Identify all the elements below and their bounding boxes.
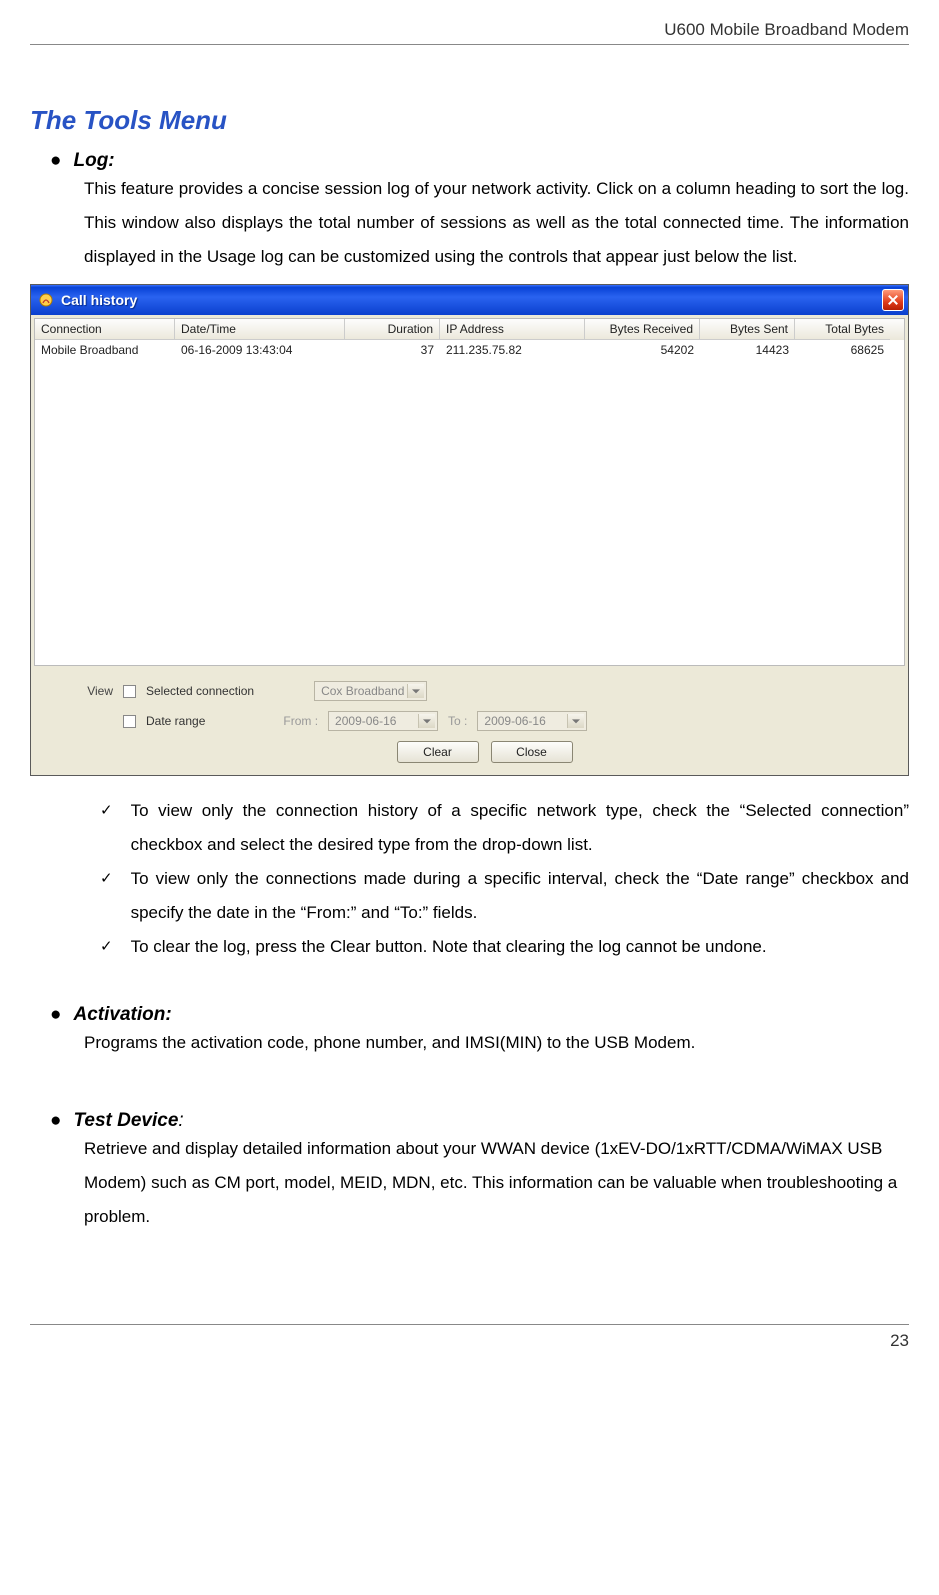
check-icon: ✓ (100, 794, 113, 862)
cell-duration: 37 (345, 340, 440, 360)
check-icon: ✓ (100, 862, 113, 930)
check-item-text: To view only the connection history of a… (131, 794, 909, 862)
from-date-select[interactable]: 2009-06-16 (328, 711, 438, 731)
activation-body: Programs the activation code, phone numb… (84, 1026, 909, 1060)
to-label: To : (448, 714, 467, 728)
test-device-colon: : (178, 1110, 183, 1131)
clear-button[interactable]: Clear (397, 741, 479, 763)
view-label: View (71, 684, 113, 698)
check-item-text: To clear the log, press the Clear button… (131, 930, 909, 964)
cell-connection: Mobile Broadband (35, 340, 175, 360)
col-datetime[interactable]: Date/Time (175, 319, 345, 340)
bullet-icon: ● (50, 1004, 61, 1026)
cell-total: 68625 (795, 340, 890, 360)
col-total[interactable]: Total Bytes (795, 319, 890, 340)
app-icon (37, 291, 55, 309)
call-history-window: Call history Connection Date/Time Durati… (30, 284, 909, 776)
activation-heading: Activation: (73, 1004, 171, 1026)
col-duration[interactable]: Duration (345, 319, 440, 340)
titlebar[interactable]: Call history (31, 285, 908, 315)
date-range-checkbox[interactable] (123, 715, 136, 728)
to-date-value: 2009-06-16 (484, 714, 545, 728)
cell-datetime: 06-16-2009 13:43:04 (175, 340, 345, 360)
page-header: U600 Mobile Broadband Modem (30, 20, 909, 45)
log-body: This feature provides a concise session … (84, 172, 909, 274)
selected-connection-label: Selected connection (146, 684, 254, 698)
bullet-icon: ● (50, 150, 61, 172)
page-number: 23 (30, 1324, 909, 1351)
chevron-down-icon (412, 689, 420, 693)
table-header: Connection Date/Time Duration IP Address… (35, 319, 904, 340)
date-range-label: Date range (146, 714, 205, 728)
chevron-down-icon (572, 719, 580, 723)
cell-sent: 14423 (700, 340, 795, 360)
section-title: The Tools Menu (30, 105, 909, 136)
col-sent[interactable]: Bytes Sent (700, 319, 795, 340)
filter-panel: View Selected connection Cox Broadband D… (31, 669, 908, 775)
log-heading: Log: (73, 150, 114, 172)
cell-recv: 54202 (585, 340, 700, 360)
chevron-down-icon (423, 719, 431, 723)
test-device-body: Retrieve and display detailed informatio… (84, 1132, 909, 1234)
connection-select-value: Cox Broadband (321, 684, 404, 698)
from-date-value: 2009-06-16 (335, 714, 396, 728)
to-date-select[interactable]: 2009-06-16 (477, 711, 587, 731)
close-icon[interactable] (882, 289, 904, 311)
cell-ip: 211.235.75.82 (440, 340, 585, 360)
table-row[interactable]: Mobile Broadband 06-16-2009 13:43:04 37 … (35, 340, 904, 360)
test-device-heading: Test Device (73, 1110, 178, 1131)
from-label: From : (283, 714, 318, 728)
col-recv[interactable]: Bytes Received (585, 319, 700, 340)
check-item-text: To view only the connections made during… (131, 862, 909, 930)
connection-select[interactable]: Cox Broadband (314, 681, 427, 701)
col-ip[interactable]: IP Address (440, 319, 585, 340)
close-button[interactable]: Close (491, 741, 573, 763)
check-icon: ✓ (100, 930, 113, 964)
selected-connection-checkbox[interactable] (123, 685, 136, 698)
titlebar-title: Call history (61, 292, 882, 308)
log-empty-area (35, 360, 904, 665)
bullet-icon: ● (50, 1110, 61, 1132)
col-connection[interactable]: Connection (35, 319, 175, 340)
